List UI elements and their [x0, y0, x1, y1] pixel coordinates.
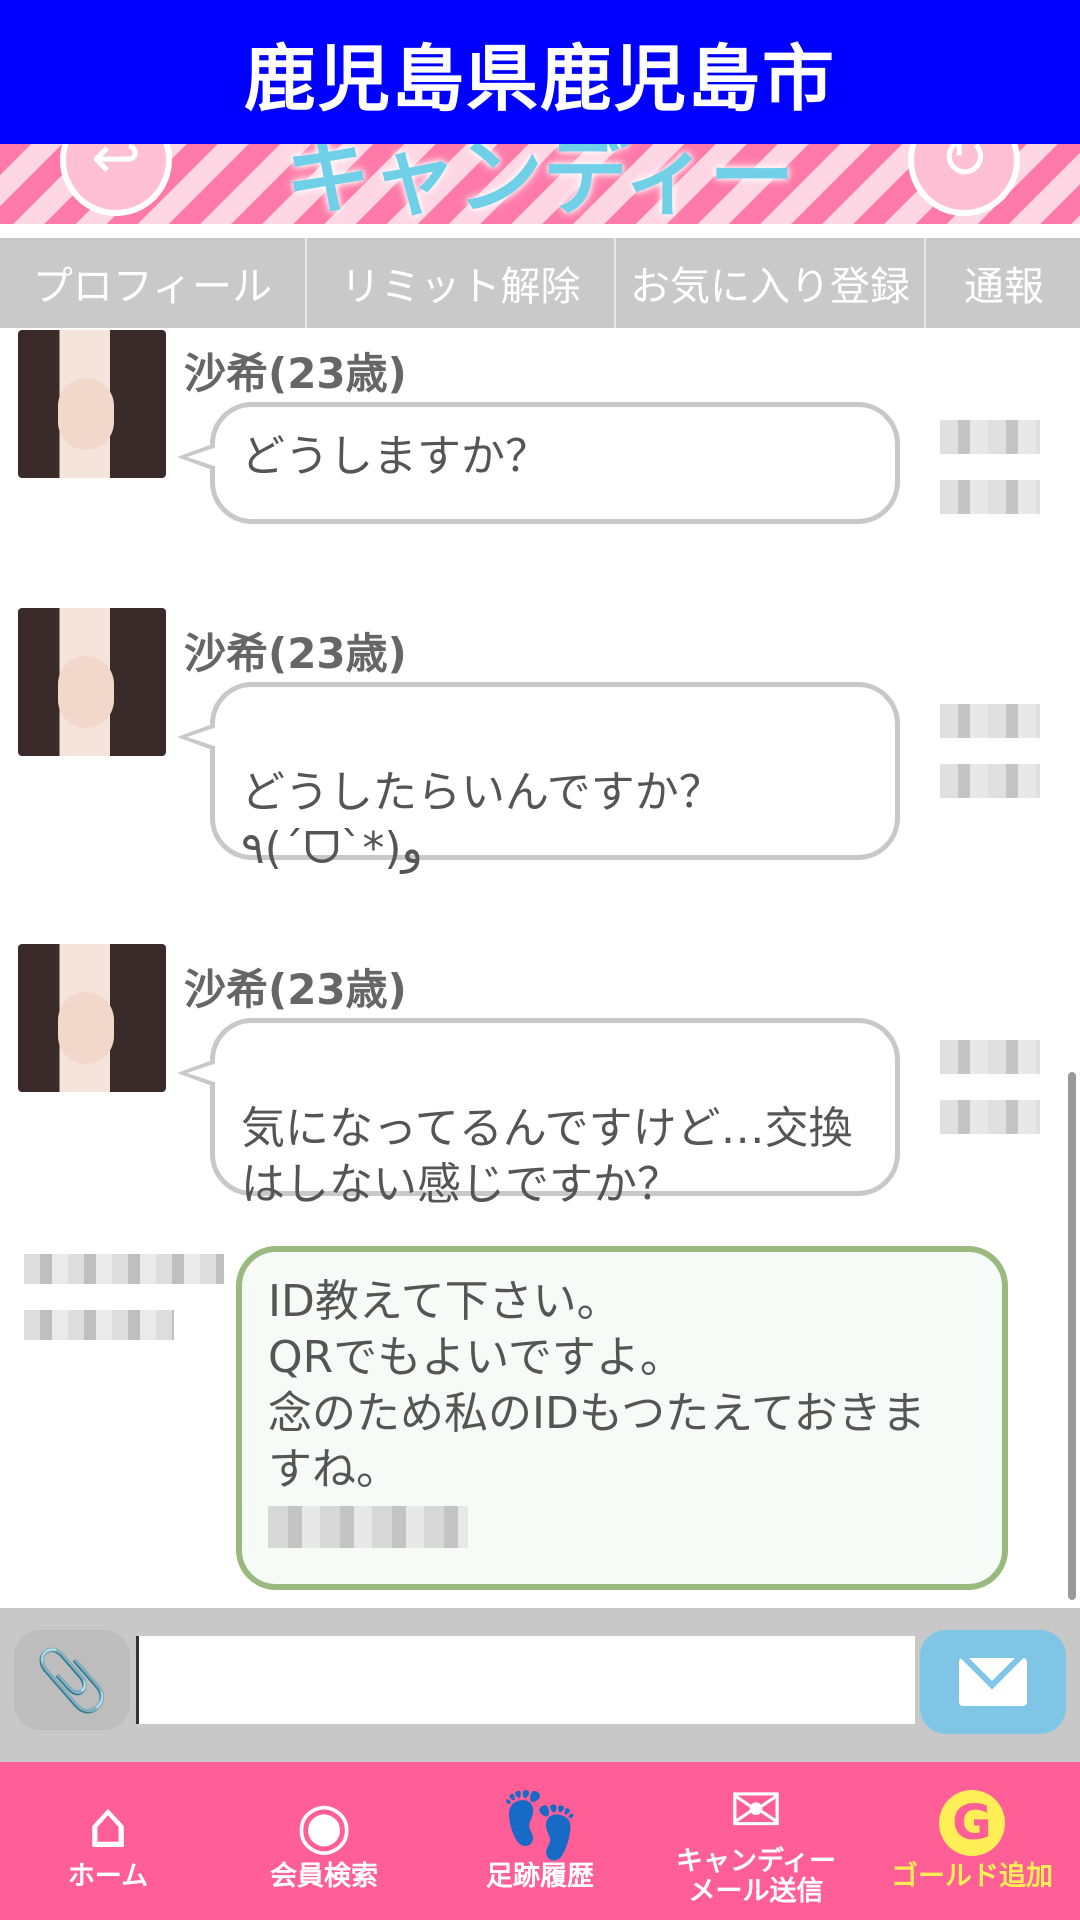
message-text: 気になってるんですけど…交換 はしない感じですか？: [241, 1103, 853, 1210]
mail-icon: ✉: [729, 1774, 783, 1848]
message-line: すね。: [268, 1444, 400, 1495]
sender-name: 沙希(23歳): [184, 629, 407, 678]
nav-home[interactable]: ⌂ ホーム: [0, 1762, 216, 1920]
nav-send-mail[interactable]: ✉ キャンディー メール送信: [648, 1762, 864, 1920]
nav-member-search[interactable]: ◉ 会員検索: [216, 1762, 432, 1920]
nav-label: ホーム: [67, 1861, 149, 1892]
app-banner: ↩ キャンディー ↻: [0, 144, 1080, 224]
nav-add-gold[interactable]: G ゴールド追加: [864, 1762, 1080, 1920]
scrollbar[interactable]: [1068, 1072, 1076, 1600]
avatar[interactable]: [18, 608, 166, 756]
message-bubble: どうしますか？: [177, 402, 900, 524]
page-title: 鹿児島県鹿児島市: [243, 36, 836, 121]
message-bubble: どうしたらいんですか？ ٩(ˊᗜˋ*)و: [177, 682, 900, 874]
home-icon: ⌂: [87, 1789, 129, 1863]
message-text: どうしたらいんですか？ ٩(ˊᗜˋ*)و: [241, 767, 723, 874]
message-timestamp: [24, 1254, 224, 1366]
redacted-id: [268, 1506, 468, 1548]
nav-label: 会員検索: [270, 1861, 378, 1892]
message-input[interactable]: [136, 1636, 915, 1724]
message-line: QRでもよいですよ。: [268, 1332, 684, 1383]
nav-label: 足跡履歴: [486, 1861, 594, 1892]
message-timestamp: [940, 420, 1040, 540]
tab-report[interactable]: 通報: [926, 238, 1080, 328]
nav-label: ゴールド追加: [891, 1861, 1053, 1892]
nav-footprints[interactable]: 👣 足跡履歴: [432, 1762, 648, 1920]
message-line: ID教えて下さい。: [268, 1276, 621, 1327]
send-button[interactable]: [920, 1630, 1066, 1734]
action-tabs: プロフィール リミット解除 お気に入り登録 通報: [0, 238, 1080, 328]
tab-add-favorite[interactable]: お気に入り登録: [616, 238, 926, 328]
message-timestamp: [940, 1040, 1040, 1160]
paperclip-icon: 📎: [34, 1645, 110, 1716]
message-timestamp: [940, 704, 1040, 824]
tab-profile[interactable]: プロフィール: [0, 238, 307, 328]
sender-name: 沙希(23歳): [184, 349, 407, 398]
gold-coin-icon: G: [939, 1790, 1005, 1856]
attach-button[interactable]: 📎: [14, 1630, 130, 1730]
eye-icon: ◉: [296, 1789, 352, 1863]
envelope-icon: [959, 1658, 1027, 1706]
message-text: どうしますか？: [241, 431, 549, 482]
header-bar: 鹿児島県鹿児島市: [0, 0, 1080, 144]
bottom-nav: ⌂ ホーム ◉ 会員検索 👣 足跡履歴 ✉ キャンディー メール送信 G ゴール…: [0, 1762, 1080, 1920]
avatar[interactable]: [18, 330, 166, 478]
tab-limit-release[interactable]: リミット解除: [307, 238, 616, 328]
message-composer: 📎: [0, 1608, 1080, 1762]
sender-name: 沙希(23歳): [184, 965, 407, 1014]
nav-label: キャンディー メール送信: [675, 1846, 837, 1907]
footprints-icon: 👣: [500, 1789, 580, 1863]
message-line: 念のため私のIDもつたえておきま: [268, 1388, 926, 1439]
message-outgoing: ID教えて下さい。 QRでもよいですよ。 念のため私のIDもつたえておきま すね…: [236, 1246, 1008, 1590]
avatar[interactable]: [18, 944, 166, 1092]
message-bubble: 気になってるんですけど…交換 はしない感じですか？: [177, 1018, 900, 1210]
